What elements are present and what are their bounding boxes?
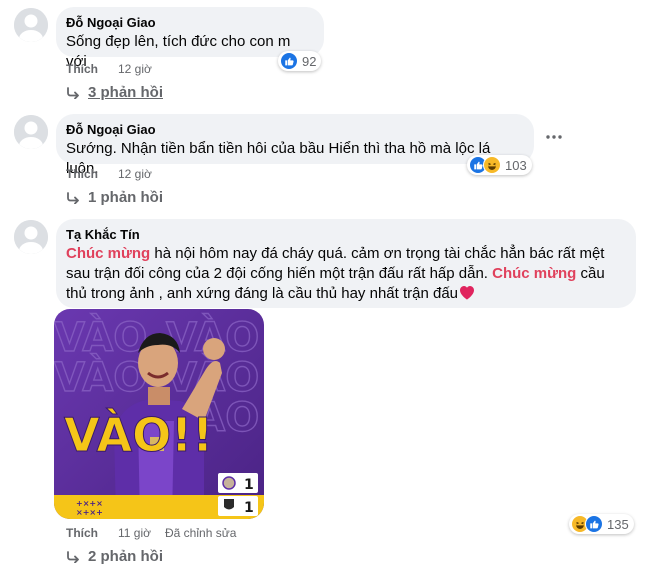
- comment-photo[interactable]: VÀO VÀO VÀO VÀO VÀO VÀO!!: [54, 309, 264, 519]
- like-button[interactable]: Thích: [66, 526, 98, 540]
- avatar[interactable]: [14, 220, 48, 254]
- score-away: 1: [244, 500, 254, 516]
- goal-headline: VÀO!!: [64, 408, 213, 462]
- reply-arrow-icon: [66, 550, 80, 563]
- comment-meta: Thích 12 giờ: [66, 167, 152, 181]
- like-icon: [585, 515, 603, 533]
- like-button[interactable]: Thích: [66, 62, 98, 76]
- more-options-icon[interactable]: [542, 125, 566, 149]
- bg-word: VÀO: [54, 313, 147, 361]
- comment-timestamp[interactable]: 12 giờ: [118, 62, 152, 76]
- reaction-summary[interactable]: 92: [278, 51, 322, 71]
- reaction-count: 103: [505, 157, 527, 173]
- default-avatar-icon: [14, 115, 48, 149]
- avatar[interactable]: [14, 115, 48, 149]
- view-replies-button[interactable]: 2 phản hồi: [66, 548, 163, 565]
- replies-label: 2 phản hồi: [88, 548, 163, 565]
- comment-meta: Thích 11 giờ Đã chỉnh sửa: [66, 526, 236, 540]
- comment-author[interactable]: Đỗ Ngoại Giao: [66, 15, 312, 31]
- edited-label: Đã chỉnh sửa: [165, 526, 237, 540]
- bg-word: VÀO: [54, 353, 147, 401]
- avatar[interactable]: [14, 8, 48, 42]
- view-replies-button[interactable]: 3 phản hồi: [66, 84, 163, 101]
- haha-icon: [483, 156, 501, 174]
- svg-text:+×+×: +×+×: [76, 499, 103, 508]
- reply-arrow-icon: [66, 86, 80, 99]
- like-button[interactable]: Thích: [66, 167, 98, 181]
- replies-label: 1 phản hồi: [88, 189, 163, 206]
- comment-meta: Thích 12 giờ: [66, 62, 152, 76]
- reaction-summary[interactable]: 103: [467, 155, 532, 175]
- reaction-count: 135: [607, 516, 629, 532]
- comment-bubble: Đỗ Ngoại Giao Sướng. Nhận tiền bẩn tiền …: [56, 114, 534, 177]
- score-home: 1: [244, 477, 254, 493]
- comment-timestamp[interactable]: 12 giờ: [118, 167, 152, 181]
- like-icon: [280, 52, 298, 70]
- default-avatar-icon: [14, 220, 48, 254]
- comment-timestamp[interactable]: 11 giờ: [118, 526, 151, 540]
- comment-bubble: Tạ Khắc Tín Chúc mừng hà nội hôm nay đá …: [56, 219, 636, 308]
- reaction-count: 92: [302, 53, 317, 69]
- comment-author[interactable]: Tạ Khắc Tín: [66, 227, 624, 243]
- replies-label: 3 phản hồi: [88, 84, 163, 101]
- svg-text:×+×+: ×+×+: [76, 508, 103, 517]
- highlighted-phrase[interactable]: Chúc mừng: [492, 265, 576, 282]
- view-replies-button[interactable]: 1 phản hồi: [66, 189, 163, 206]
- goal-celebration-graphic: VÀO VÀO VÀO VÀO VÀO VÀO!!: [54, 309, 264, 519]
- reply-arrow-icon: [66, 191, 80, 204]
- default-avatar-icon: [14, 8, 48, 42]
- reaction-summary[interactable]: 135: [569, 514, 634, 534]
- heart-emoji: [459, 285, 475, 306]
- comment-text: Chúc mừng hà nội hôm nay đá cháy quá. cả…: [66, 244, 624, 306]
- comment-author[interactable]: Đỗ Ngoại Giao: [66, 122, 522, 138]
- highlighted-phrase[interactable]: Chúc mừng: [66, 245, 150, 262]
- pattern-dots: +×+× ×+×+: [76, 499, 103, 517]
- comment-bubble: Đỗ Ngoại Giao Sống đẹp lên, tích đức cho…: [56, 7, 324, 70]
